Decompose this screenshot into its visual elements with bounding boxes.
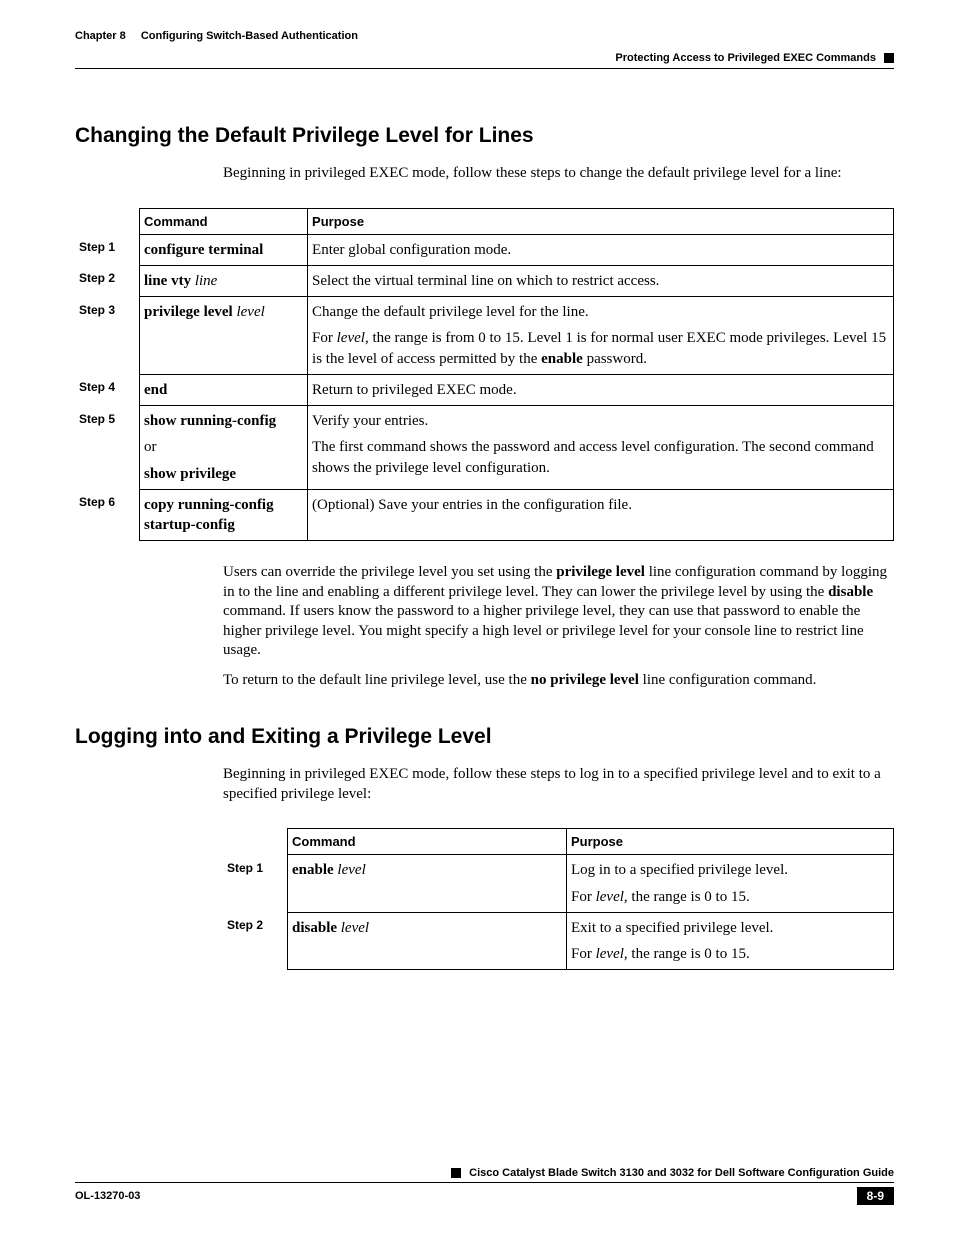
table-row: Step 2 disable level Exit to a specified…	[223, 912, 894, 970]
step-label: Step 2	[75, 265, 140, 296]
cmd: end	[144, 382, 167, 398]
table-row: Step 3 privilege level level Change the …	[75, 297, 894, 375]
table1: Command Purpose Step 1 configure termina…	[75, 208, 894, 542]
purpose-line: Exit to a specified privilege level.	[571, 920, 773, 936]
table-row: Step 1 enable level Log in to a specifie…	[223, 855, 894, 913]
doc-id: OL-13270-03	[75, 1190, 140, 1202]
cmd: configure terminal	[144, 242, 263, 258]
cmd: line vty	[144, 273, 191, 289]
cmd: show running-config	[144, 413, 276, 429]
table-row: Step 2 line vty line Select the virtual …	[75, 265, 894, 296]
table-row: Step 1 configure terminal Enter global c…	[75, 234, 894, 265]
header-marker-icon	[884, 53, 894, 63]
section1-para1: Users can override the privilege level y…	[223, 563, 894, 661]
cmd: disable	[292, 920, 337, 936]
th-purpose: Purpose	[308, 208, 894, 234]
step-label: Step 5	[75, 406, 140, 490]
footer-title-row: Cisco Catalyst Blade Switch 3130 and 303…	[75, 1164, 894, 1183]
purpose: Select the virtual terminal line on whic…	[308, 265, 894, 296]
th-command: Command	[140, 208, 308, 234]
section1-intro: Beginning in privileged EXEC mode, follo…	[223, 164, 894, 184]
purpose: (Optional) Save your entries in the conf…	[308, 489, 894, 541]
step-label: Step 1	[75, 234, 140, 265]
cmd: enable	[292, 862, 334, 878]
table-row: Step 6 copy running-config startup-confi…	[75, 489, 894, 541]
cmd: show privilege	[144, 464, 303, 484]
table2: Command Purpose Step 1 enable level Log …	[223, 828, 894, 970]
section1-title: Changing the Default Privilege Level for…	[75, 124, 894, 148]
step-label: Step 2	[223, 912, 288, 970]
section-breadcrumb-row: Protecting Access to Privileged EXEC Com…	[75, 52, 894, 64]
cmd: privilege level	[144, 304, 233, 320]
cmd-arg: level	[236, 304, 264, 320]
purpose-line: The first command shows the password and…	[312, 437, 889, 478]
chapter-title: Configuring Switch-Based Authentication	[141, 30, 358, 42]
section-breadcrumb: Protecting Access to Privileged EXEC Com…	[615, 52, 876, 64]
step-label: Step 4	[75, 374, 140, 405]
page-number: 8-9	[857, 1187, 894, 1205]
table-row: Step 4 end Return to privileged EXEC mod…	[75, 374, 894, 405]
purpose: Enter global configuration mode.	[308, 234, 894, 265]
cmd-or: or	[144, 437, 303, 457]
footer-marker-icon	[451, 1168, 461, 1178]
chapter-line: Chapter 8 Configuring Switch-Based Authe…	[75, 30, 894, 42]
step-label: Step 6	[75, 489, 140, 541]
chapter-label: Chapter 8	[75, 30, 126, 42]
cmd-arg: level	[341, 920, 369, 936]
page: Chapter 8 Configuring Switch-Based Authe…	[0, 0, 954, 1235]
step-label: Step 1	[223, 855, 288, 913]
purpose-line: Verify your entries.	[312, 413, 428, 429]
purpose-line: Change the default privilege level for t…	[312, 304, 589, 320]
book-title: Cisco Catalyst Blade Switch 3130 and 303…	[469, 1167, 894, 1179]
section2-intro: Beginning in privileged EXEC mode, follo…	[223, 765, 894, 804]
purpose-line: Log in to a specified privilege level.	[571, 862, 788, 878]
section1-para2: To return to the default line privilege …	[223, 671, 894, 691]
cmd: copy running-config startup-config	[144, 497, 274, 533]
th-command: Command	[288, 829, 567, 855]
table-row: Step 5 show running-config or show privi…	[75, 406, 894, 490]
page-header: Chapter 8 Configuring Switch-Based Authe…	[75, 30, 894, 69]
step-label: Step 3	[75, 297, 140, 375]
purpose: Return to privileged EXEC mode.	[308, 374, 894, 405]
th-purpose: Purpose	[567, 829, 894, 855]
cmd-arg: level	[337, 862, 365, 878]
cmd-arg: line	[195, 273, 218, 289]
section2-title: Logging into and Exiting a Privilege Lev…	[75, 725, 894, 749]
page-footer: Cisco Catalyst Blade Switch 3130 and 303…	[75, 1164, 894, 1205]
